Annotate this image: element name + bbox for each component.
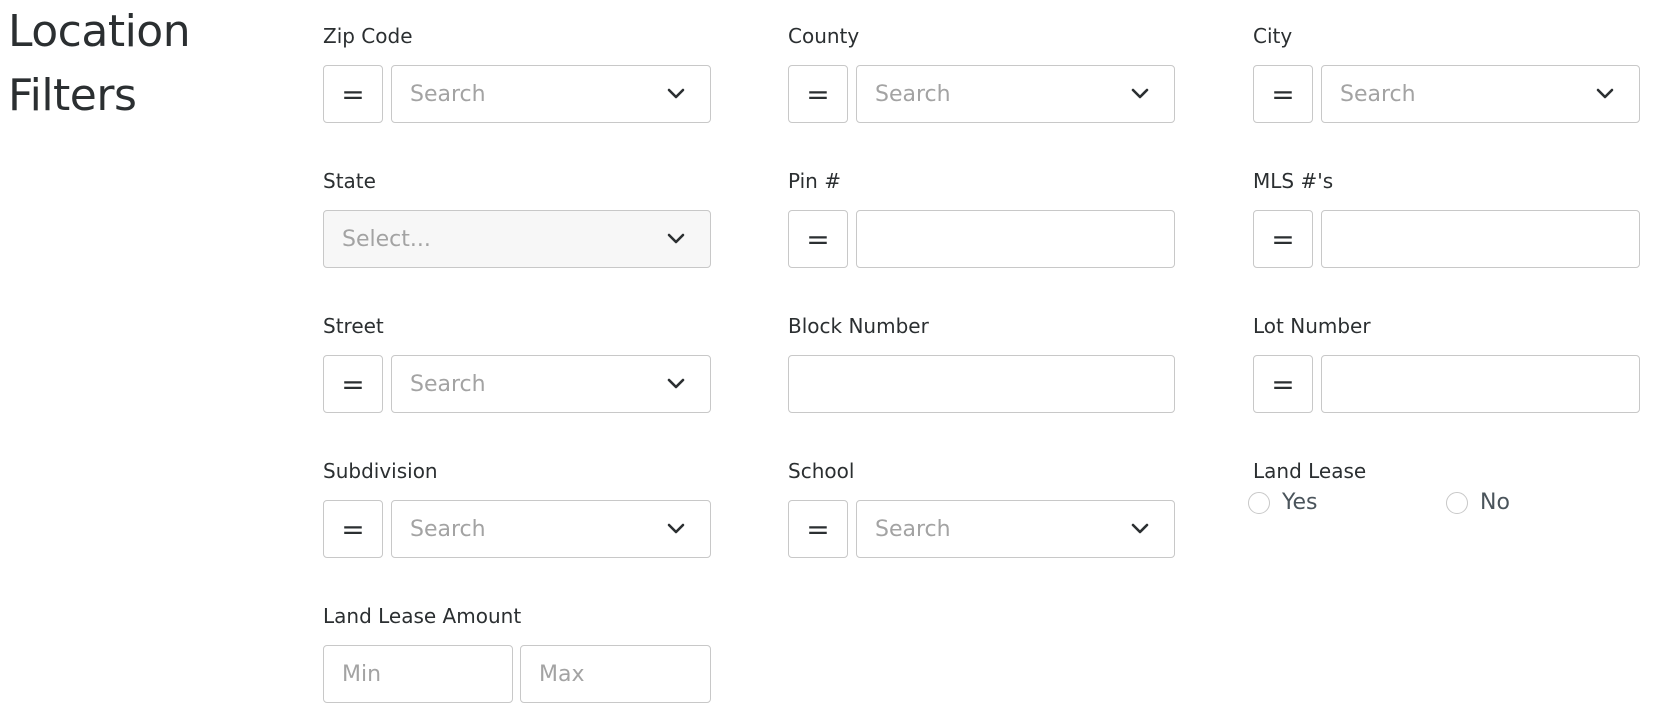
county-placeholder: Search [875, 82, 951, 107]
mls-label: MLS #'s [1253, 169, 1334, 193]
city-operator-button[interactable]: = [1253, 65, 1313, 123]
state-placeholder: Select... [342, 227, 431, 252]
street-label: Street [323, 314, 384, 338]
chevron-down-icon [667, 523, 685, 534]
school-select[interactable]: Search [856, 500, 1175, 558]
chevron-down-icon [667, 378, 685, 389]
chevron-down-icon [1131, 523, 1149, 534]
zip-code-placeholder: Search [410, 82, 486, 107]
city-field: City = Search [1253, 25, 1640, 125]
radio-circle-icon [1446, 491, 1468, 514]
subdivision-placeholder: Search [410, 517, 486, 542]
county-label: County [788, 24, 860, 48]
street-field: Street = Search [323, 315, 711, 415]
mls-input[interactable] [1321, 210, 1640, 268]
land-lease-field: Land Lease Yes No [1248, 459, 1640, 560]
land-lease-no-radio[interactable]: No [1446, 490, 1510, 515]
land-lease-yes-radio[interactable]: Yes [1248, 490, 1318, 515]
min-placeholder: Min [342, 662, 382, 687]
subdivision-operator-button[interactable]: = [323, 500, 383, 558]
school-label: School [788, 459, 855, 483]
state-label: State [323, 169, 376, 193]
zip-code-field: Zip Code = Search [323, 25, 711, 125]
street-select[interactable]: Search [391, 355, 711, 413]
land-lease-amount-max-input[interactable]: Max [520, 645, 711, 703]
subdivision-label: Subdivision [323, 459, 438, 483]
pin-operator-button[interactable]: = [788, 210, 848, 268]
land-lease-yes-label: Yes [1282, 490, 1318, 515]
mls-field: MLS #'s = [1253, 170, 1640, 270]
state-select[interactable]: Select... [323, 210, 711, 268]
lot-number-field: Lot Number = [1253, 315, 1640, 415]
block-number-label: Block Number [788, 314, 929, 338]
school-field: School = Search [788, 460, 1175, 560]
pin-label: Pin # [788, 169, 841, 193]
county-select[interactable]: Search [856, 65, 1175, 123]
subdivision-field: Subdivision = Search [323, 460, 711, 560]
land-lease-label: Land Lease [1253, 459, 1367, 483]
mls-operator-button[interactable]: = [1253, 210, 1313, 268]
max-placeholder: Max [539, 662, 585, 687]
land-lease-amount-label: Land Lease Amount [323, 604, 522, 628]
city-label: City [1253, 24, 1293, 48]
land-lease-no-label: No [1480, 490, 1510, 515]
lot-number-label: Lot Number [1253, 314, 1371, 338]
zip-code-operator-button[interactable]: = [323, 65, 383, 123]
street-operator-button[interactable]: = [323, 355, 383, 413]
pin-input[interactable] [856, 210, 1175, 268]
section-title: Location Filters [8, 6, 191, 121]
chevron-down-icon [1131, 88, 1149, 99]
lot-number-input[interactable] [1321, 355, 1640, 413]
radio-circle-icon [1248, 491, 1270, 514]
street-placeholder: Search [410, 372, 486, 397]
land-lease-amount-min-input[interactable]: Min [323, 645, 513, 703]
zip-code-label: Zip Code [323, 24, 413, 48]
city-placeholder: Search [1340, 82, 1416, 107]
state-field: State Select... [323, 170, 711, 270]
subdivision-select[interactable]: Search [391, 500, 711, 558]
chevron-down-icon [667, 88, 685, 99]
zip-code-select[interactable]: Search [391, 65, 711, 123]
county-field: County = Search [788, 25, 1175, 125]
block-number-input[interactable] [788, 355, 1175, 413]
lot-number-operator-button[interactable]: = [1253, 355, 1313, 413]
chevron-down-icon [1596, 88, 1614, 99]
school-placeholder: Search [875, 517, 951, 542]
school-operator-button[interactable]: = [788, 500, 848, 558]
block-number-field: Block Number [788, 315, 1175, 415]
pin-field: Pin # = [788, 170, 1175, 270]
city-select[interactable]: Search [1321, 65, 1640, 123]
chevron-down-icon [667, 233, 685, 244]
land-lease-amount-field: Land Lease Amount Min Max [323, 605, 711, 705]
county-operator-button[interactable]: = [788, 65, 848, 123]
